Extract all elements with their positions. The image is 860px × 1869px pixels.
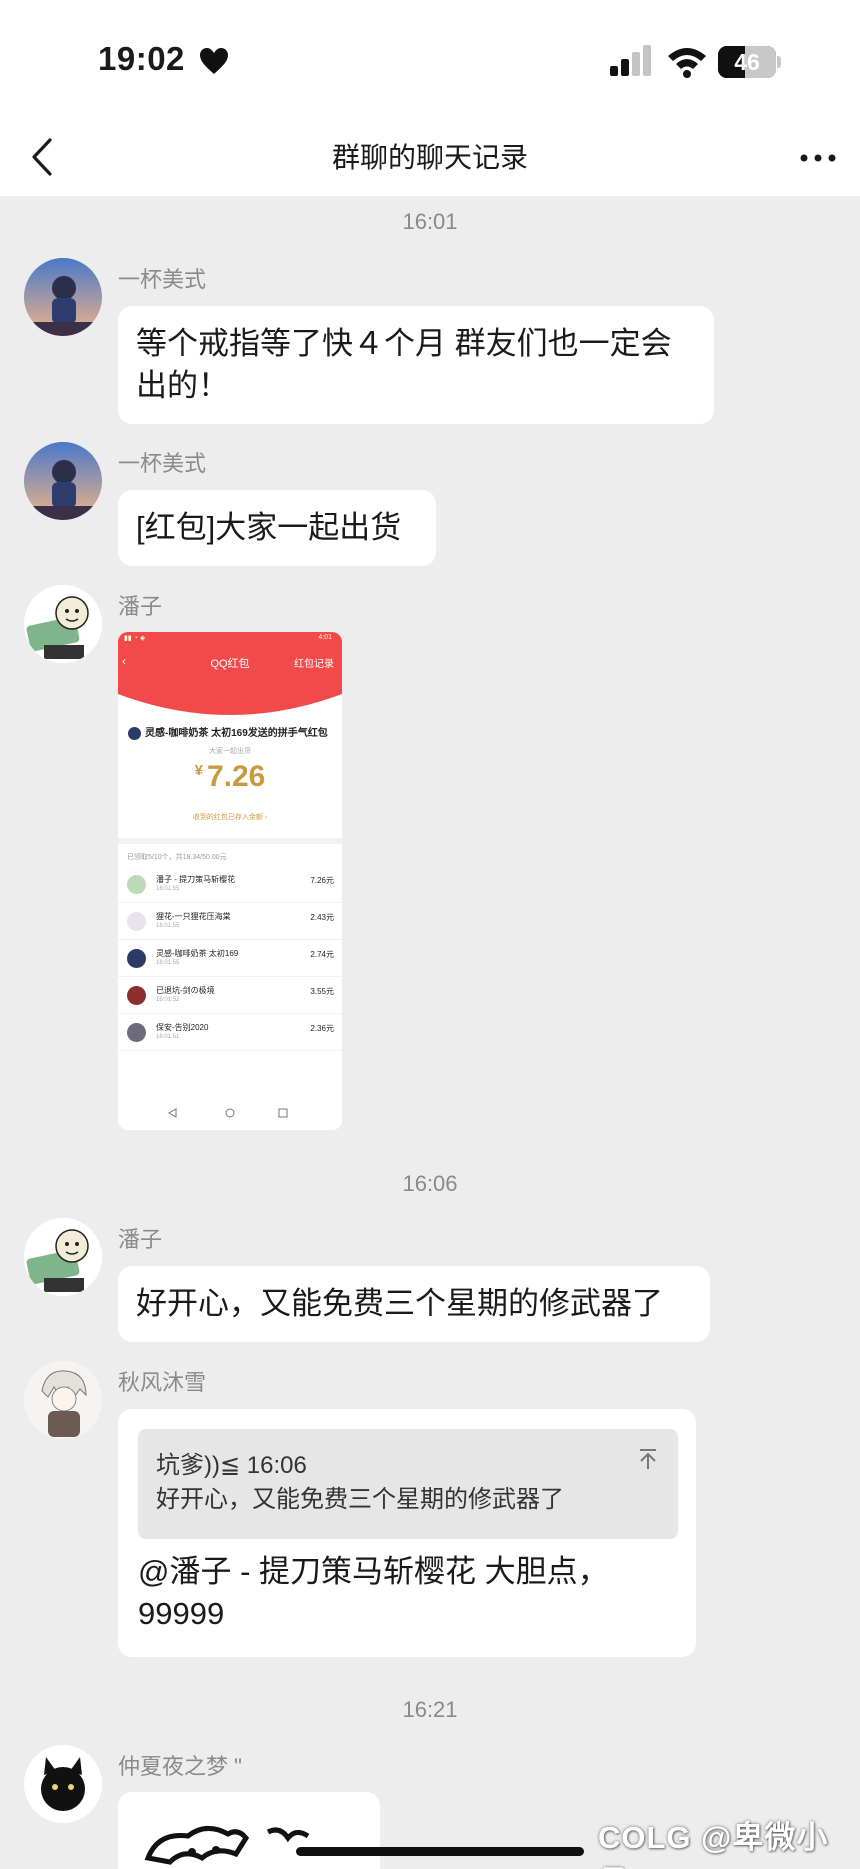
avatar <box>127 1023 146 1042</box>
status-time: 19:02 <box>98 40 185 77</box>
cellular-signal-icon <box>610 45 651 76</box>
red-packet-screenshot[interactable]: ▮▮ ◔ ◈ 4:01 ‹ QQ红包 红包记录 灵感-咖啡奶茶 太初169发送的… <box>118 632 342 1130</box>
avatar[interactable] <box>24 258 102 336</box>
quoted-message-header: 坑爹))≦ 16:06 <box>156 1452 307 1479</box>
avatar <box>127 986 146 1005</box>
red-packet-summary: 已领取5/10个，共18.34/50.00元 <box>127 854 227 861</box>
message-bubble[interactable]: 等个戒指等了快４个月 群友们也一定会出的！ <box>118 306 714 424</box>
red-packet-message-bubble[interactable]: [红包]大家一起出货 <box>118 490 436 566</box>
sender-name: 仲夏夜之梦 " <box>118 1754 242 1779</box>
quoted-message[interactable]: 坑爹))≦ 16:06 好开心，又能免费三个星期的修武器了 <box>138 1429 678 1539</box>
avatar[interactable] <box>24 1218 102 1296</box>
reply-text: @潘子 - 提刀策马斩樱花 大胆点，99999 <box>138 1554 609 1631</box>
red-packet-row: 狸花-一只狸花压海棠 16:01:55 2.43元 <box>118 903 342 940</box>
currency-symbol: ¥ <box>194 762 203 779</box>
battery-level: 46 <box>734 49 760 75</box>
quote-reply-bubble[interactable]: 坑爹))≦ 16:06 好开心，又能免费三个星期的修武器了 @潘子 - 提刀策马… <box>118 1409 696 1657</box>
heart-icon <box>200 48 228 74</box>
sender-name: 一杯美式 <box>118 267 207 292</box>
red-packet-greeting: 大家一起出货 <box>209 748 251 755</box>
red-packet-row: 潘子 - 提刀策马斩樱花 16:01:55 7.26元 <box>118 866 342 903</box>
red-packet-sender: 灵感-咖啡奶茶 太初169发送的拼手气红包 <box>128 724 342 740</box>
sender-name: 潘子 <box>118 594 163 619</box>
message-timestamp: 16:06 <box>402 1171 458 1196</box>
red-packet-saved-note: 收到的红包已存入余额 › <box>192 814 268 821</box>
avatar <box>127 949 146 968</box>
avatar[interactable] <box>24 585 102 663</box>
red-packet-row: 灵感-咖啡奶茶 太初169 16:01:55 2.74元 <box>118 940 342 977</box>
divider <box>118 838 342 844</box>
more-options-icon[interactable] <box>798 138 838 178</box>
red-packet-header-background <box>118 632 342 715</box>
watermark: COLG @卑微小承 <box>598 1820 829 1869</box>
avatar[interactable] <box>24 1361 102 1439</box>
sticker-image[interactable] <box>118 1792 380 1869</box>
message-bubble[interactable]: 好开心，又能免费三个星期的修武器了 <box>118 1266 710 1342</box>
sender-name: 秋风沐雪 <box>118 1370 207 1395</box>
red-packet-history-link: 红包记录 <box>294 659 334 670</box>
jump-to-top-icon[interactable] <box>636 1447 660 1471</box>
page-title: 群聊的聊天记录 <box>331 142 528 173</box>
message-timestamp: 16:01 <box>402 209 458 234</box>
red-packet-row: 已退坑-剑の极境 16:01:52 3.55元 <box>118 977 342 1014</box>
sender-name: 一杯美式 <box>118 451 207 476</box>
status-bar: 19:02 46 <box>0 0 860 118</box>
wifi-icon <box>668 48 706 78</box>
red-packet-amount: ¥7.26 <box>194 760 266 793</box>
avatar[interactable] <box>24 1745 102 1823</box>
battery-indicator: 46 <box>718 46 781 78</box>
message-timestamp: 16:21 <box>402 1697 458 1722</box>
sender-name: 潘子 <box>118 1227 163 1252</box>
red-packet-sender-avatar <box>128 726 141 740</box>
android-nav-bar-icons <box>167 1108 288 1118</box>
avatar[interactable] <box>24 442 102 520</box>
avatar <box>127 912 146 931</box>
avatar <box>127 875 146 894</box>
home-indicator[interactable] <box>296 1847 584 1856</box>
red-packet-row: 保安-告别2020 16:01:51 2.36元 <box>118 1014 342 1051</box>
nav-bar: 群聊的聊天记录 <box>0 118 860 196</box>
quoted-message-text: 好开心，又能免费三个星期的修武器了 <box>156 1486 564 1513</box>
